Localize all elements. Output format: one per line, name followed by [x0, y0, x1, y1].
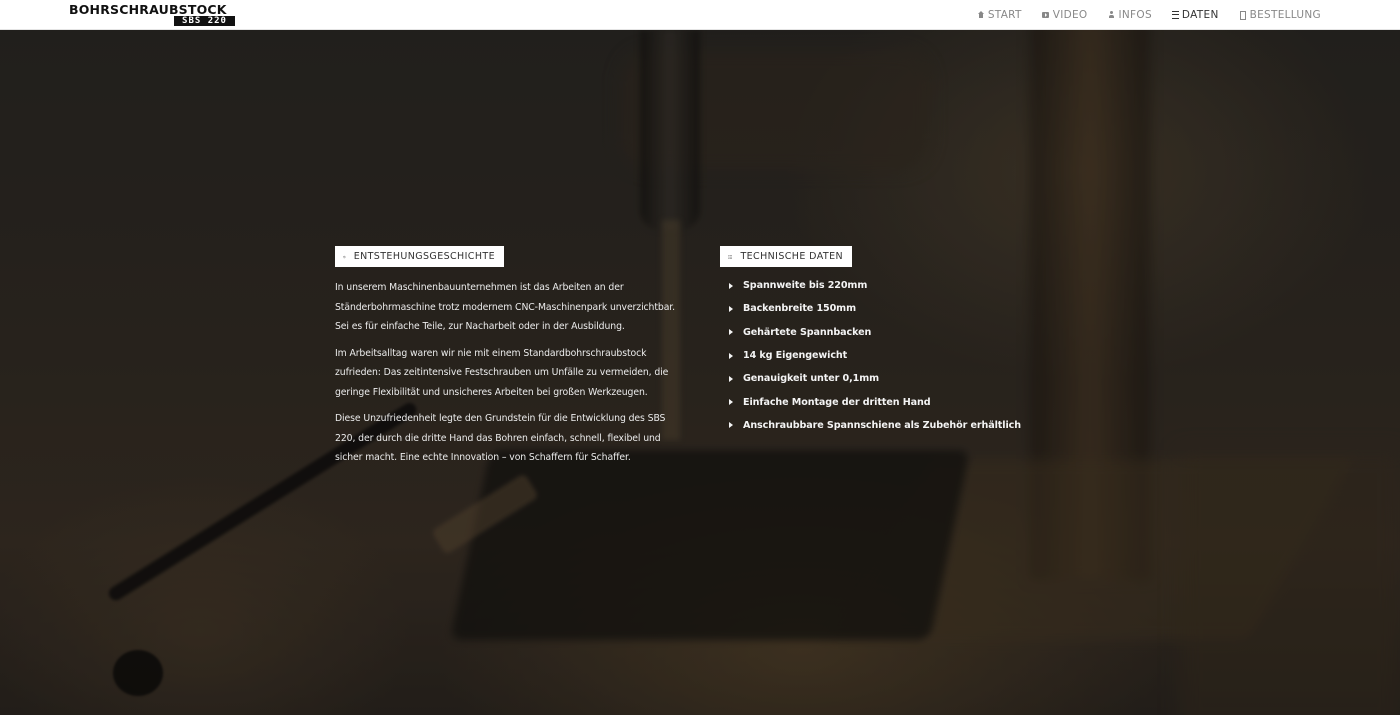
tech-data-heading-label: TECHNISCHE DATEN — [740, 251, 843, 262]
list-icon — [1171, 11, 1179, 19]
spec-text: Genauigkeit unter 0,1mm — [743, 373, 880, 385]
list-item: 14 kg Eigengewicht — [728, 344, 1028, 367]
nav-item-video[interactable]: VIDEO — [1041, 8, 1088, 21]
spec-text: Gehärtete Spannbacken — [743, 326, 872, 338]
history-paragraph: In unserem Maschinenbauunternehmen ist d… — [335, 282, 676, 332]
spec-text: 14 kg Eigengewicht — [743, 350, 848, 362]
nav-item-label: BESTELLUNG — [1249, 8, 1321, 21]
list-item: Backenbreite 150mm — [728, 297, 1028, 320]
caret-right-icon — [729, 375, 733, 382]
brand-name: BOHRSCHRAUBSTOCK — [69, 2, 227, 17]
list-item: Gehärtete Spannbacken — [728, 321, 1028, 344]
nav-item-daten[interactable]: DATEN — [1171, 8, 1219, 21]
nav-item-start[interactable]: START — [977, 9, 1022, 21]
main-nav: START VIDEO INFOS DATEN BESTELLUNG — [957, 0, 1321, 29]
hero-background-image — [0, 30, 1400, 715]
tech-data-list: Spannweite bis 220mm Backenbreite 150mm … — [728, 274, 1028, 437]
caret-right-icon — [729, 352, 733, 359]
spec-text: Einfache Montage der dritten Hand — [743, 396, 931, 408]
hero-overlay — [0, 30, 1400, 715]
tech-data-heading: TECHNISCHE DATEN — [720, 246, 852, 267]
user-icon — [1108, 10, 1116, 19]
spec-text: Anschraubbare Spannschiene als Zubehör e… — [743, 419, 1021, 431]
history-heading: ENTSTEHUNGSGESCHICHTE — [335, 246, 504, 267]
nav-item-infos[interactable]: INFOS — [1108, 9, 1152, 21]
nav-item-bestellung[interactable]: BESTELLUNG — [1239, 9, 1321, 21]
caret-right-icon — [729, 399, 733, 406]
caret-right-icon — [729, 329, 733, 336]
nav-item-label: VIDEO — [1052, 8, 1088, 21]
caret-right-icon — [729, 422, 733, 429]
history-text: In unserem Maschinenbauunternehmen ist d… — [335, 278, 680, 475]
list-item: Spannweite bis 220mm — [728, 274, 1028, 297]
document-icon — [1239, 10, 1247, 20]
history-heading-label: ENTSTEHUNGSGESCHICHTE — [353, 251, 495, 262]
list-item: Anschraubbare Spannschiene als Zubehör e… — [728, 414, 1028, 437]
list-item: Genauigkeit unter 0,1mm — [728, 367, 1028, 390]
nav-item-label: INFOS — [1118, 8, 1152, 21]
list-icon — [728, 254, 733, 259]
history-icon — [343, 255, 346, 258]
caret-right-icon — [729, 282, 733, 289]
brand-model: SBS 220 — [174, 16, 235, 26]
brand-logo[interactable]: BOHRSCHRAUBSTOCK SBS 220 — [69, 3, 235, 26]
page: BOHRSCHRAUBSTOCK SBS 220 START VIDEO INF… — [0, 0, 1400, 715]
list-item: Einfache Montage der dritten Hand — [728, 390, 1028, 413]
nav-item-label: START — [987, 8, 1022, 21]
caret-right-icon — [729, 305, 733, 312]
home-icon — [977, 10, 985, 19]
history-paragraph: Diese Unzufriedenheit legte den Grundste… — [335, 413, 666, 463]
video-icon — [1041, 11, 1050, 19]
spec-text: Backenbreite 150mm — [743, 303, 856, 315]
nav-item-label: DATEN — [1181, 8, 1219, 21]
spec-text: Spannweite bis 220mm — [743, 280, 868, 292]
history-paragraph: Im Arbeitsalltag waren wir nie mit einem… — [335, 347, 669, 398]
navbar: BOHRSCHRAUBSTOCK SBS 220 START VIDEO INF… — [0, 0, 1400, 30]
